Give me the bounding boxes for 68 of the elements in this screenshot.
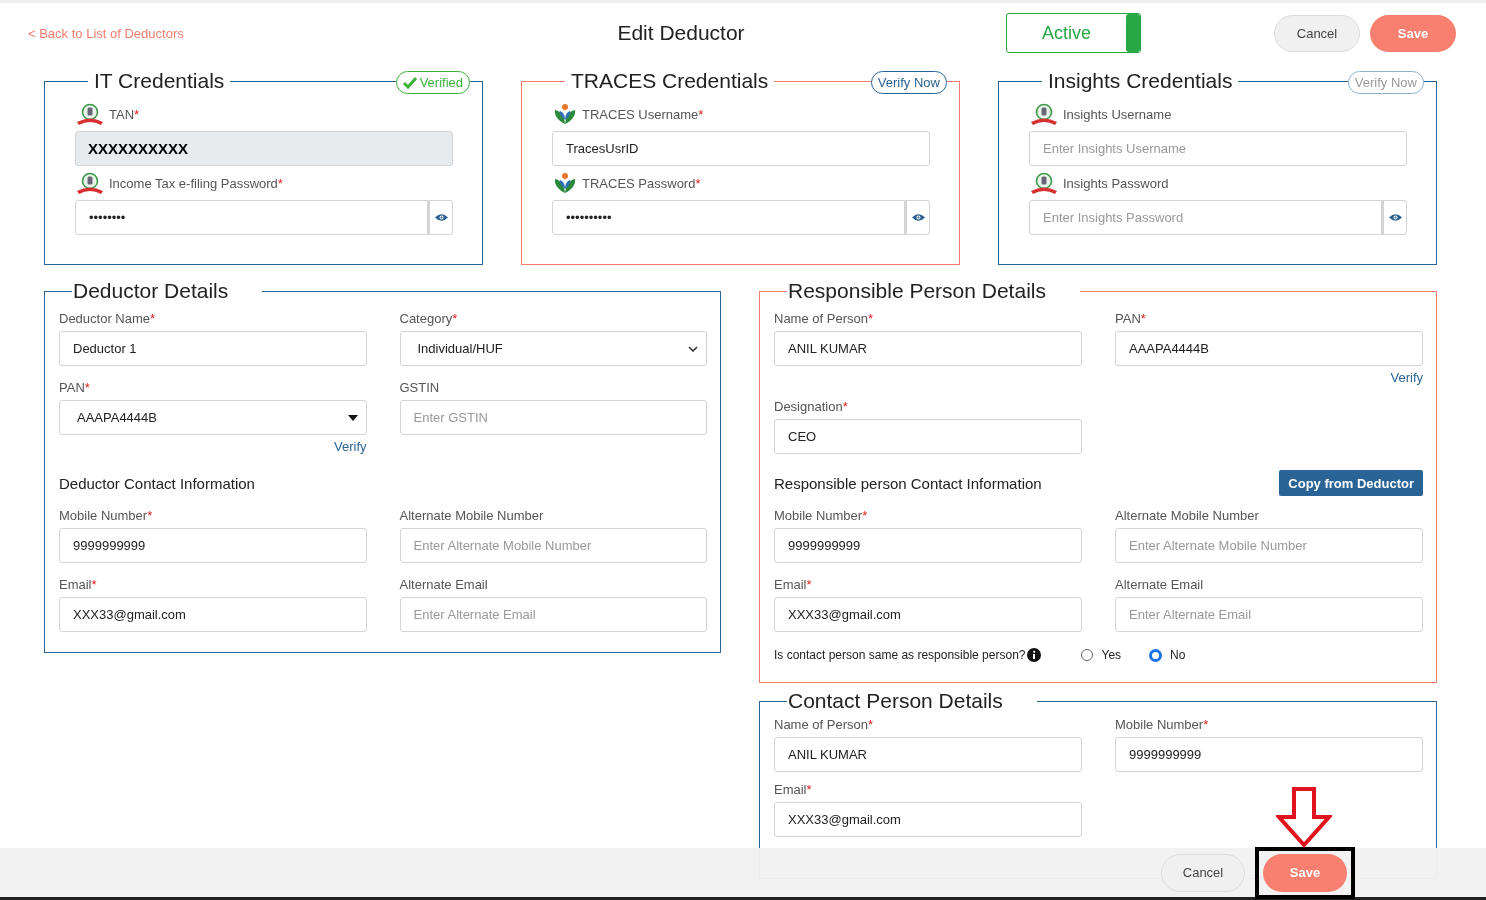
copy-from-deductor-button[interactable]: Copy from Deductor	[1279, 470, 1423, 496]
dropdown-field[interactable]: AAAPA4444B	[59, 400, 367, 435]
section-title: TRACES Credentials	[570, 69, 770, 93]
field-label: GSTIN	[399, 379, 440, 395]
password-field[interactable]: ••••••••••	[552, 200, 905, 235]
question-text: Is contact person same as responsible person?	[774, 648, 1026, 662]
input-field[interactable]: ANIL KUMAR	[774, 331, 1082, 366]
password-field[interactable]: Enter Insights Password	[1029, 200, 1382, 235]
input-field[interactable]: Enter Alternate Mobile Number	[399, 528, 707, 563]
verify-link[interactable]: Verify	[334, 439, 367, 454]
field-label: Email*	[59, 576, 97, 592]
input-field[interactable]: TracesUsrID	[552, 131, 930, 166]
section-title: Deductor Details	[72, 279, 230, 303]
field-label: Deductor Name*	[59, 310, 156, 326]
section-title: Insights Credentials	[1047, 69, 1234, 93]
input-field[interactable]: CEO	[774, 419, 1082, 454]
field-label: Insights Password	[1063, 175, 1169, 191]
section-subheading: Responsible person Contact Information	[774, 474, 1042, 492]
field-label: Name of Person*	[774, 310, 873, 326]
field-label: Email*	[774, 781, 812, 797]
verify-now-button[interactable]: Verify Now	[870, 71, 947, 94]
field-label: Insights Username	[1063, 106, 1172, 122]
field-label: Alternate Email	[1115, 576, 1204, 592]
cancel-button[interactable]: Cancel	[1274, 14, 1360, 52]
input-field[interactable]: XXX33@gmail.com	[59, 597, 367, 632]
page-title: Edit Deductor	[617, 21, 745, 45]
field-label: Alternate Mobile Number	[399, 507, 544, 523]
field-label: Mobile Number*	[774, 507, 868, 523]
input-field[interactable]: Enter GSTIN	[399, 400, 707, 435]
input-field[interactable]: XXXXXXXXXX	[75, 131, 453, 166]
input-field[interactable]: Enter Insights Username	[1029, 131, 1407, 166]
field-label: Category*	[399, 310, 458, 326]
input-field[interactable]: AAAPA4444B	[1115, 331, 1423, 366]
input-field[interactable]: Enter Alternate Email	[1115, 597, 1423, 632]
field-label: PAN*	[59, 379, 90, 395]
field-label: PAN*	[1115, 310, 1146, 326]
verify-link[interactable]: Verify	[1390, 370, 1423, 385]
field-label: Alternate Mobile Number	[1115, 507, 1259, 523]
input-field[interactable]: Enter Alternate Email	[399, 597, 707, 632]
field-label: TRACES Username*	[582, 106, 704, 122]
field-label: TAN*	[109, 106, 140, 122]
section-subheading: Deductor Contact Information	[59, 474, 255, 492]
field-label: Mobile Number*	[59, 507, 153, 523]
select-field[interactable]: Individual/HUF	[399, 331, 707, 366]
cancel-button[interactable]: Cancel	[1161, 853, 1245, 892]
field-label: Name of Person*	[774, 716, 873, 732]
input-field[interactable]: 9999999999	[774, 528, 1082, 563]
radio-label: No	[1170, 648, 1186, 662]
field-label: TRACES Password*	[582, 175, 701, 191]
field-label: Income Tax e-filing Password*	[109, 175, 283, 191]
input-field[interactable]: Deductor 1	[59, 331, 367, 366]
section-title: IT Credentials	[93, 69, 226, 93]
input-field[interactable]: ANIL KUMAR	[774, 737, 1082, 772]
radio-label: Yes	[1101, 648, 1122, 662]
input-field[interactable]: XXX33@gmail.com	[774, 802, 1082, 837]
field-label: Mobile Number*	[1115, 716, 1209, 732]
section-title: Contact Person Details	[787, 689, 1004, 713]
field-label: Designation*	[774, 398, 848, 414]
input-field[interactable]: Enter Alternate Mobile Number	[1115, 528, 1423, 563]
input-field[interactable]: XXX33@gmail.com	[774, 597, 1082, 632]
section-title: Responsible Person Details	[787, 279, 1047, 303]
radio-option[interactable]: No	[1149, 648, 1186, 662]
field-label: Alternate Email	[399, 576, 488, 592]
radio-option[interactable]: Yes	[1081, 648, 1122, 662]
field-label: Email*	[774, 576, 812, 592]
input-field[interactable]: 9999999999	[1115, 737, 1423, 772]
password-field[interactable]: ••••••••	[75, 200, 428, 235]
input-field[interactable]: 9999999999	[59, 528, 367, 563]
